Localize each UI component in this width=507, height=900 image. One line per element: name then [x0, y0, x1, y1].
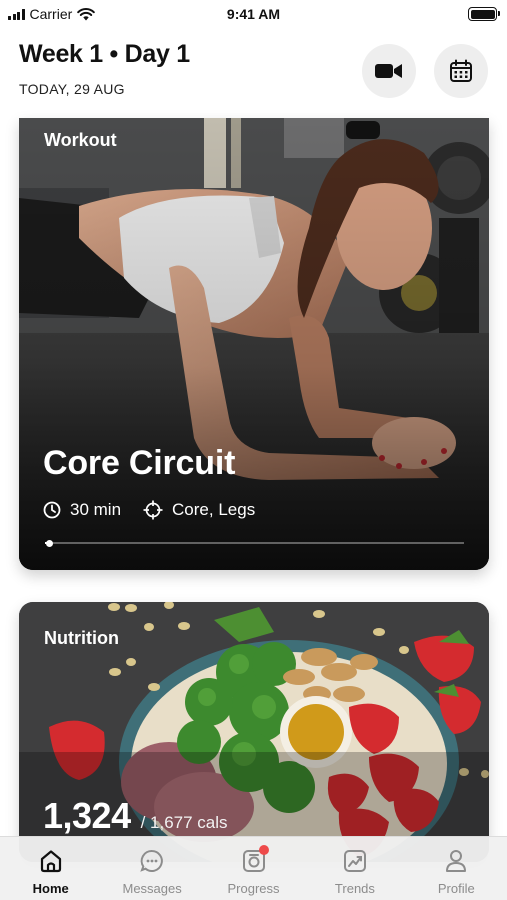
progress-camera-icon — [240, 845, 269, 875]
video-button[interactable] — [362, 44, 416, 98]
duration-item: 30 min — [43, 500, 121, 520]
page-date: TODAY, 29 AUG — [19, 81, 125, 97]
trend-chart-icon — [341, 847, 369, 875]
tab-progress[interactable]: Progress — [203, 837, 304, 900]
nutrition-card[interactable]: Nutrition 1,324 / 1,677 cals — [19, 602, 489, 862]
workout-label: Workout — [44, 130, 117, 150]
clock-icon — [43, 501, 61, 519]
workout-focus: Core, Legs — [172, 500, 256, 519]
wifi-icon — [77, 7, 96, 20]
workout-title: Core Circuit — [43, 444, 236, 482]
nutrition-label: Nutrition — [44, 628, 119, 648]
tab-profile[interactable]: Profile — [406, 837, 507, 900]
nutrition-calories: 1,324 / 1,677 cals — [43, 795, 228, 837]
tab-profile-label: Profile — [437, 881, 475, 896]
tab-messages[interactable]: Messages — [101, 837, 202, 900]
progress-badge — [258, 845, 269, 855]
tab-home[interactable]: Home — [0, 837, 101, 900]
focus-item: Core, Legs — [143, 500, 255, 520]
carrier-label: Carrier — [29, 6, 73, 22]
signal-icon — [8, 8, 25, 20]
tab-progress-label: Progress — [227, 881, 280, 896]
battery-icon — [468, 7, 500, 21]
chat-bubble-icon — [138, 847, 166, 875]
tab-bar: Home Messages Progress Trends Profile — [0, 836, 507, 900]
header: Week 1 • Day 1 TODAY, 29 AUG — [19, 40, 488, 102]
calories-target: / 1,677 cals — [140, 813, 228, 832]
workout-duration: 30 min — [70, 500, 122, 519]
progress-knob[interactable] — [45, 539, 53, 547]
tab-trends-label: Trends — [334, 881, 375, 896]
workout-meta: 30 min Core, Legs — [43, 500, 277, 520]
tab-home-label: Home — [32, 881, 69, 896]
status-bar: Carrier 9:41 AM — [0, 0, 507, 28]
crosshair-icon — [143, 500, 163, 520]
status-left: Carrier — [8, 6, 96, 22]
calendar-button[interactable] — [434, 44, 488, 98]
page-title: Week 1 • Day 1 — [19, 40, 190, 68]
tab-trends[interactable]: Trends — [304, 837, 405, 900]
video-camera-icon — [375, 64, 402, 78]
calories-consumed: 1,324 — [43, 795, 131, 836]
calendar-icon — [450, 59, 472, 82]
person-icon — [442, 847, 470, 875]
home-icon — [37, 847, 65, 875]
tab-messages-label: Messages — [122, 881, 182, 896]
workout-card[interactable]: Workout Core Circuit 30 min Core, Legs — [19, 118, 489, 570]
workout-progress-bar[interactable] — [45, 539, 464, 547]
